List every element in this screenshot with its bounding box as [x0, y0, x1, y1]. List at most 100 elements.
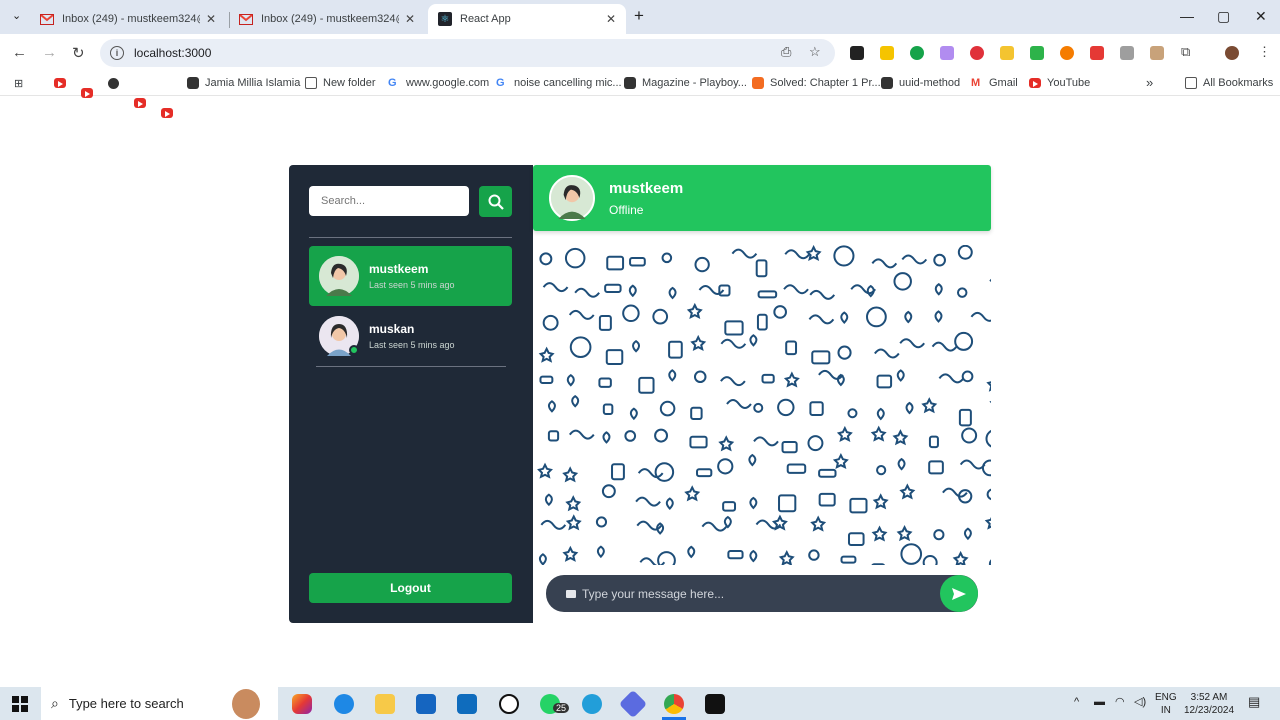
- chegg-icon: [752, 77, 764, 89]
- tab-gmail-1[interactable]: Inbox (249) - mustkeem324@gm ✕: [30, 4, 226, 34]
- telegram-icon[interactable]: [582, 694, 602, 714]
- close-icon[interactable]: ✕: [606, 12, 616, 26]
- volume-icon[interactable]: ◁): [1134, 696, 1146, 709]
- tab-search-icon[interactable]: ⌄: [12, 9, 21, 22]
- bookmark-new-folder[interactable]: New folder: [305, 77, 376, 89]
- tab-react-app[interactable]: ⚛ React App ✕: [428, 4, 626, 34]
- profile-avatar[interactable]: [1225, 46, 1239, 60]
- extension-icon[interactable]: [850, 46, 864, 60]
- apps-grid-icon[interactable]: ⊞: [14, 77, 23, 90]
- google-icon: G: [388, 77, 397, 89]
- adblock-icon[interactable]: [970, 46, 984, 60]
- search-input[interactable]: [309, 186, 469, 216]
- doodle-shape: [538, 346, 555, 363]
- globe-icon[interactable]: [108, 78, 119, 89]
- extension-icon[interactable]: [1120, 46, 1134, 60]
- extensions-puzzle-icon[interactable]: ⧉: [1181, 44, 1190, 60]
- tray-chevron-icon[interactable]: ^: [1074, 696, 1079, 709]
- search-button[interactable]: [479, 186, 512, 217]
- reload-icon[interactable]: ↻: [72, 44, 85, 62]
- doodle-shape: [753, 436, 779, 447]
- extension-icon[interactable]: [1150, 46, 1164, 60]
- url-field[interactable]: i localhost:3000: [100, 39, 835, 67]
- new-tab-icon[interactable]: +: [634, 6, 644, 26]
- language-indicator[interactable]: ENG IN: [1155, 691, 1177, 717]
- bookmark-uuid[interactable]: uuid-method: [881, 77, 960, 89]
- bookmark-noise-mic[interactable]: Gnoise cancelling mic...: [496, 77, 622, 89]
- doodle-shape: [988, 559, 991, 565]
- youtube-icon[interactable]: [134, 98, 146, 108]
- clock[interactable]: 3:52 AM 12/23/2024: [1180, 691, 1238, 717]
- doodle-shape: [934, 283, 943, 296]
- extension-icon[interactable]: [940, 46, 954, 60]
- site-info-icon[interactable]: i: [110, 46, 124, 60]
- doodle-shape: [755, 259, 768, 278]
- extension-icon[interactable]: [1030, 46, 1044, 60]
- bookmark-star-icon[interactable]: ☆: [809, 44, 821, 60]
- bookmark-google[interactable]: Gwww.google.com: [388, 77, 489, 89]
- doodle-shape: [724, 320, 744, 336]
- sidebar: mustkeem Last seen 5 mins ago muskan Las…: [289, 165, 533, 623]
- youtube-icon[interactable]: [81, 88, 93, 98]
- minimize-icon[interactable]: —: [1180, 8, 1194, 24]
- doodle-shape: [872, 493, 889, 510]
- grammarly-icon[interactable]: [910, 46, 924, 60]
- doodle-shape: [635, 496, 661, 507]
- extension-icon[interactable]: [1090, 46, 1104, 60]
- chrome-icon[interactable]: [664, 694, 684, 714]
- bookmark-playboy[interactable]: Magazine - Playboy...: [624, 77, 747, 89]
- logout-button[interactable]: Logout: [309, 573, 512, 603]
- doodle-shape: [836, 425, 853, 443]
- avatar: [319, 256, 359, 296]
- maximize-icon[interactable]: ▢: [1217, 8, 1230, 25]
- bookmark-chegg[interactable]: Solved: Chapter 1 Pr...: [752, 77, 881, 89]
- windows-start-icon[interactable]: [12, 696, 28, 712]
- doodle-shape: [818, 468, 837, 478]
- back-icon[interactable]: ←: [12, 44, 27, 61]
- doodle-shape: [562, 545, 579, 562]
- doodle-shape: [866, 284, 875, 298]
- install-app-icon[interactable]: ⎙: [781, 44, 791, 60]
- doodle-shape: [847, 408, 858, 419]
- youtube-icon[interactable]: [54, 78, 66, 88]
- doodle-shape: [871, 525, 888, 542]
- terminal-icon[interactable]: [705, 694, 725, 714]
- extension-icon[interactable]: [1000, 46, 1014, 60]
- tab-gmail-2[interactable]: Inbox (249) - mustkeem324@gm ✕: [229, 4, 425, 34]
- contact-item-mustkeem[interactable]: mustkeem Last seen 5 mins ago: [309, 246, 512, 306]
- close-window-icon[interactable]: ✕: [1255, 8, 1267, 25]
- outlook-icon[interactable]: [457, 694, 477, 714]
- extension-icon[interactable]: [1060, 46, 1074, 60]
- close-icon[interactable]: ✕: [206, 12, 216, 26]
- taskbar-search[interactable]: ⌕ Type here to search: [41, 687, 278, 720]
- bookmark-gmail[interactable]: M Gmail: [971, 77, 1018, 89]
- app-icon[interactable]: [618, 689, 648, 719]
- edge-icon[interactable]: [334, 694, 354, 714]
- doodle-shape: [963, 527, 972, 541]
- store-icon[interactable]: [416, 694, 436, 714]
- contact-item-muskan[interactable]: muskan Last seen 5 mins ago: [309, 306, 512, 366]
- bookmark-jamia[interactable]: Jamia Millia Islamia: [187, 77, 300, 89]
- extension-icon[interactable]: [880, 46, 894, 60]
- doodle-shape: [783, 371, 800, 388]
- youtube-icon[interactable]: [161, 108, 173, 118]
- message-input[interactable]: [582, 586, 922, 601]
- send-button[interactable]: [940, 575, 978, 612]
- notifications-icon[interactable]: ▤: [1248, 695, 1260, 708]
- message-icon: [566, 589, 576, 598]
- battery-icon[interactable]: ▬: [1094, 696, 1105, 709]
- forward-icon[interactable]: →: [42, 44, 57, 61]
- all-bookmarks[interactable]: All Bookmarks: [1185, 77, 1273, 89]
- doodle-shape: [717, 458, 734, 475]
- bookmarks-overflow-icon[interactable]: »: [1146, 75, 1153, 90]
- doodle-shape: [959, 459, 986, 470]
- copilot-icon[interactable]: [292, 694, 312, 714]
- close-icon[interactable]: ✕: [405, 12, 415, 26]
- gmail-icon: [40, 12, 54, 26]
- doodle-shape: [871, 258, 898, 269]
- chatgpt-icon[interactable]: [499, 694, 519, 714]
- file-explorer-icon[interactable]: [375, 694, 395, 714]
- bookmark-youtube[interactable]: YouTube: [1029, 77, 1090, 89]
- menu-kebab-icon[interactable]: ⋮: [1258, 44, 1271, 60]
- wifi-icon[interactable]: ◠: [1115, 696, 1125, 709]
